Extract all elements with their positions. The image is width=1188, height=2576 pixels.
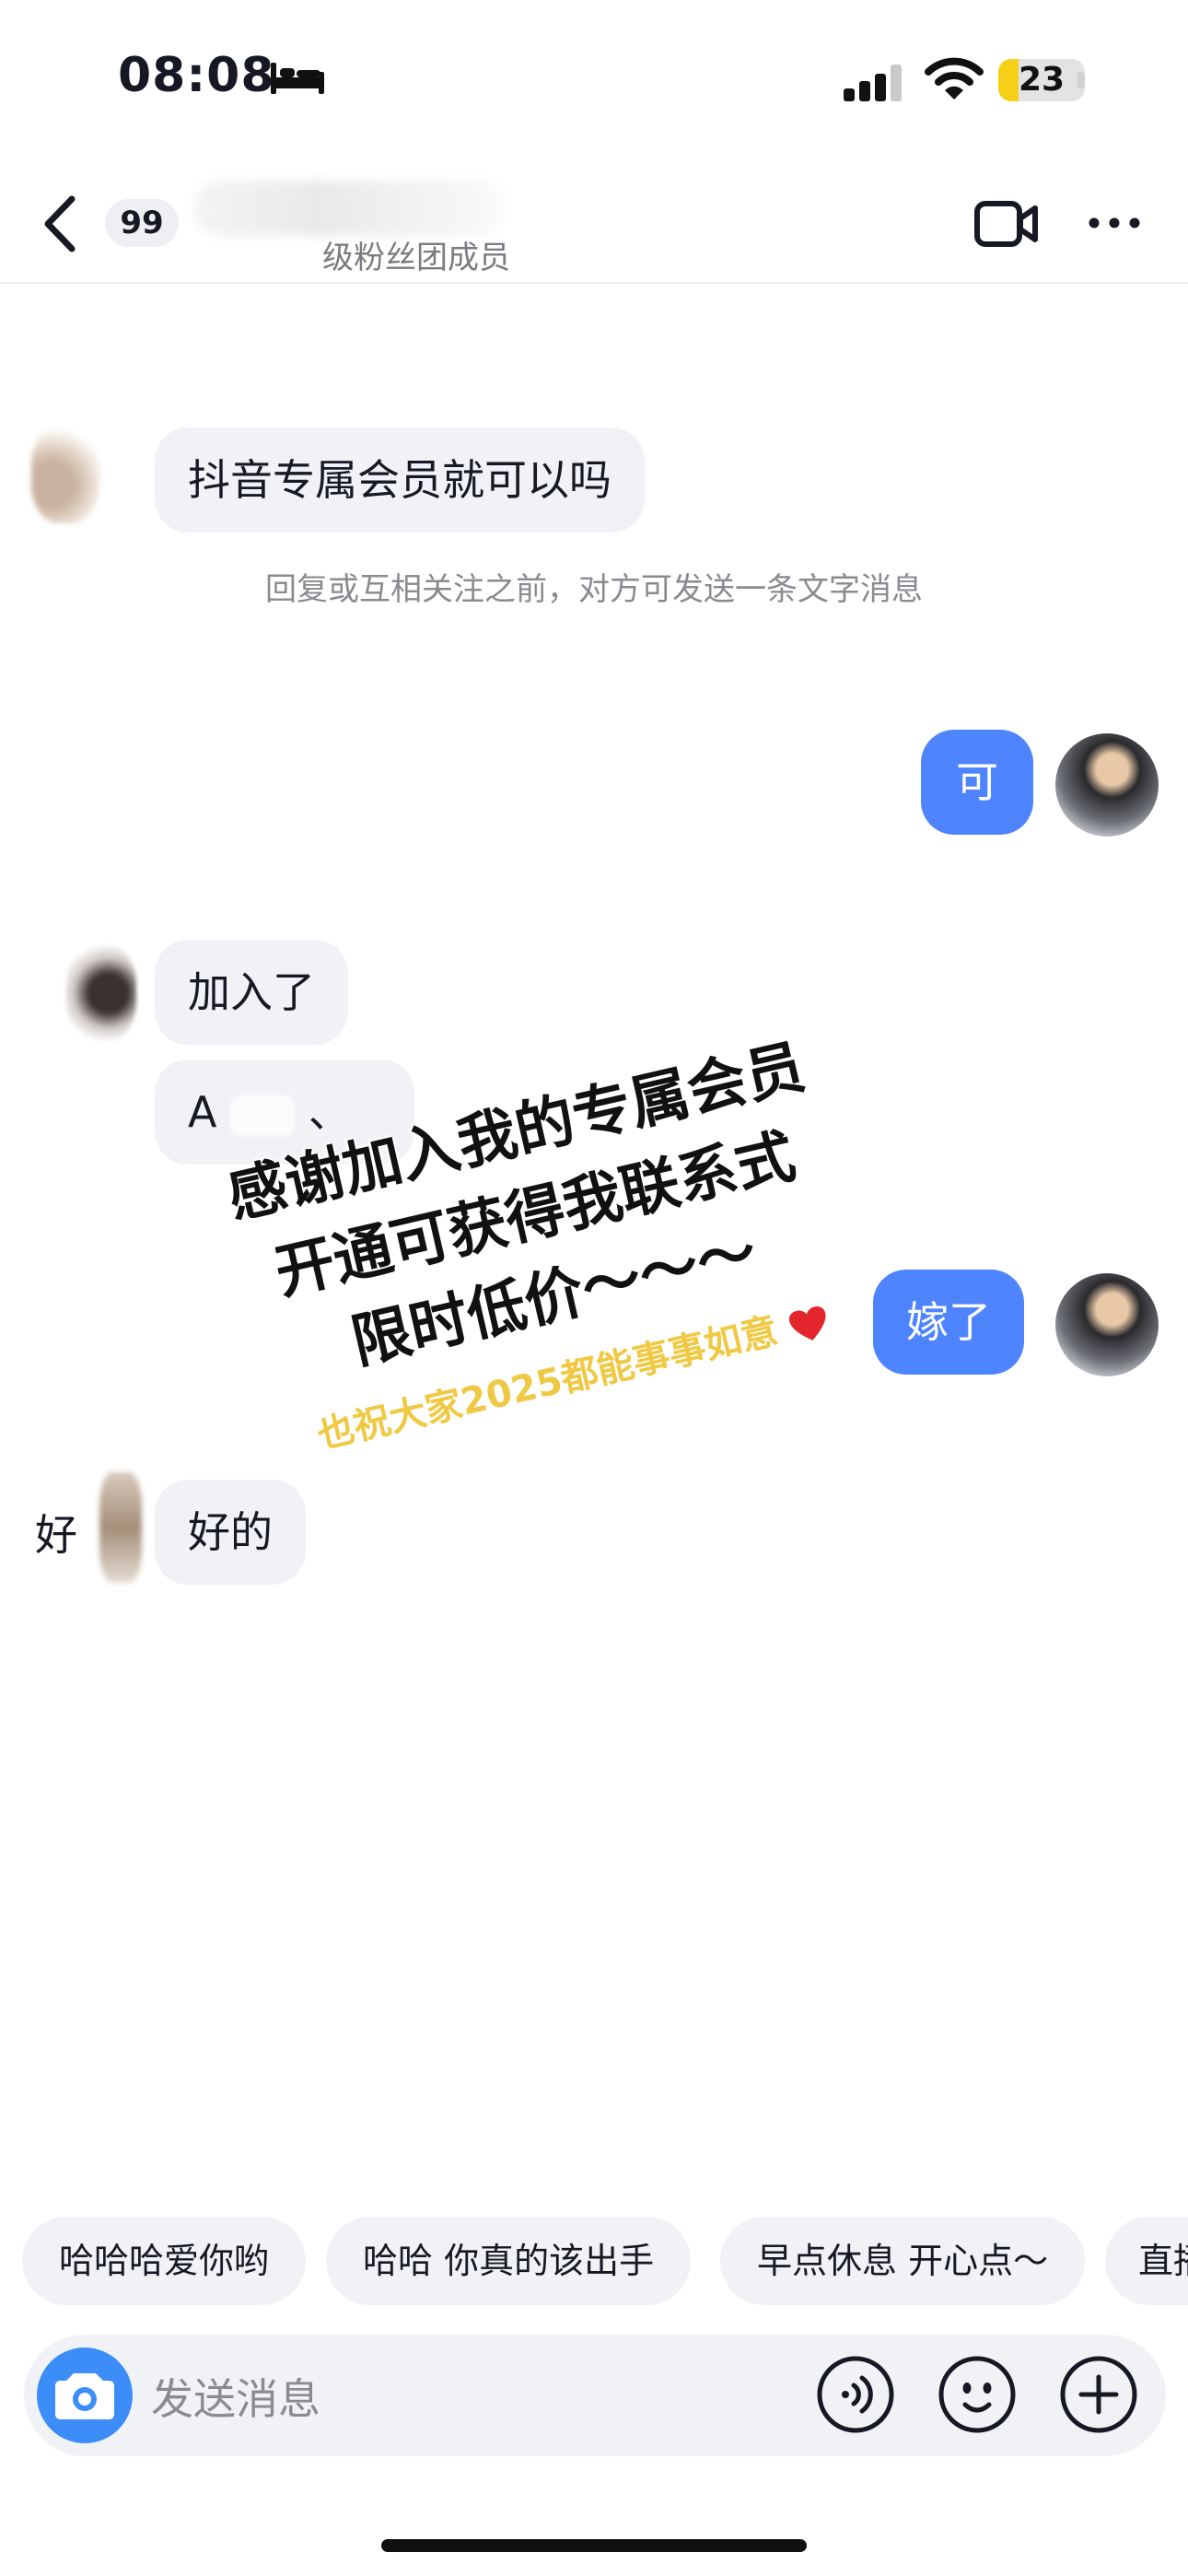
- message-fragment: 好: [35, 1510, 77, 1560]
- message-text: 好的: [188, 1507, 273, 1557]
- status-time: 08:08: [118, 48, 275, 103]
- message-bubble-incoming[interactable]: 加入了: [155, 940, 348, 1045]
- plus-icon[interactable]: [1059, 2355, 1138, 2434]
- message-text: 加入了: [188, 967, 315, 1017]
- camera-button[interactable]: [37, 2348, 133, 2443]
- message-text: 抖音专属会员就可以吗: [188, 455, 611, 505]
- my-avatar[interactable]: [1055, 1273, 1159, 1376]
- message-text-start: A: [188, 1087, 217, 1137]
- battery-percent: 23: [1018, 61, 1066, 99]
- message-input[interactable]: 发送消息: [151, 2366, 320, 2427]
- message-bubble-outgoing[interactable]: 可: [921, 730, 1033, 835]
- my-avatar[interactable]: [1055, 733, 1159, 837]
- message-bubble-incoming[interactable]: 好的: [155, 1480, 306, 1585]
- more-dots-icon[interactable]: [1087, 212, 1142, 234]
- quick-reply-chip[interactable]: 直播: [1105, 2217, 1188, 2305]
- header-divider: [0, 282, 1188, 284]
- contact-avatar[interactable]: [66, 945, 136, 1041]
- home-indicator: [381, 2539, 807, 2552]
- unread-count-badge[interactable]: 99: [105, 199, 179, 247]
- redacted-text: [230, 1095, 296, 1136]
- quick-reply-chip[interactable]: 哈哈 你真的该出手: [326, 2217, 692, 2305]
- quick-reply-chip[interactable]: 早点休息 开心点～: [720, 2217, 1086, 2305]
- fan-club-subtitle: 级粉丝团成员: [322, 240, 510, 276]
- contact-avatar[interactable]: [31, 426, 99, 523]
- battery-indicator: 23: [998, 59, 1085, 101]
- battery-cap: [1077, 72, 1085, 88]
- contact-avatar[interactable]: [99, 1472, 142, 1583]
- contact-name-redacted: [193, 181, 507, 236]
- emoji-icon[interactable]: [938, 2355, 1017, 2434]
- voice-icon[interactable]: [816, 2355, 895, 2434]
- chevron-left-icon[interactable]: [37, 193, 83, 254]
- message-text: 可: [956, 757, 998, 807]
- wifi-icon: [925, 57, 984, 100]
- message-bubble-incoming[interactable]: 抖音专属会员就可以吗: [155, 427, 645, 533]
- quick-reply-chip[interactable]: 哈哈哈爱你哟: [22, 2217, 307, 2305]
- heart-icon: [788, 1306, 826, 1341]
- reply-limit-notice: 回复或互相关注之前，对方可发送一条文字消息: [265, 571, 923, 608]
- sleep-focus-icon: [271, 63, 324, 94]
- video-call-icon[interactable]: [974, 199, 1039, 249]
- camera-icon: [55, 2373, 114, 2419]
- cellular-signal-icon: [844, 64, 902, 101]
